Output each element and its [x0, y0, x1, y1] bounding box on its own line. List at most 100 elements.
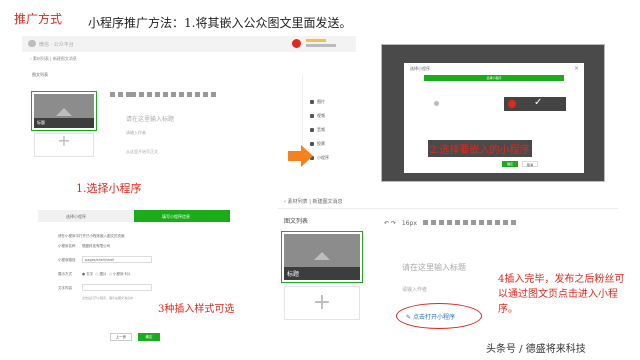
account-name: [306, 44, 336, 47]
wechat-logo-icon: [28, 40, 36, 47]
arrow-right-icon: [288, 145, 313, 167]
account-badges: [306, 39, 326, 42]
final-back-icon[interactable]: ‹: [284, 199, 286, 205]
label-name: 小程序名称: [58, 244, 76, 248]
dialog-close-icon[interactable]: ×: [574, 65, 579, 72]
user-icon: [434, 101, 439, 106]
link-icon: ✎: [406, 314, 413, 321]
font-size-icon[interactable]: [126, 92, 136, 97]
align-left-icon[interactable]: [171, 92, 176, 97]
final-link-icon[interactable]: [510, 220, 516, 225]
final-bold-icon[interactable]: [422, 220, 428, 225]
dialog-tab[interactable]: 选择小程序: [424, 75, 564, 81]
final-underline-icon[interactable]: [438, 220, 444, 225]
annotation-step3: 3种插入样式可选: [158, 304, 235, 315]
watermark: 头条号 / 德盛将来科技: [486, 344, 586, 355]
final-breadcrumb: ‹ 素材列表 | 新建图文消息: [284, 199, 343, 205]
sidebar-item-video[interactable]: 视频: [310, 110, 350, 122]
value-name: 德盛科技有限公司: [82, 244, 110, 248]
section-title: 推广方式: [14, 12, 63, 26]
add-article-icon[interactable]: +: [54, 133, 74, 149]
final-add-icon[interactable]: +: [308, 292, 336, 314]
italic-icon[interactable]: [147, 92, 152, 97]
underline-icon[interactable]: [155, 92, 160, 97]
finish-button[interactable]: 确定: [138, 333, 160, 341]
check-icon: ✓: [534, 97, 543, 108]
final-cover-thumbnail[interactable]: 标题: [281, 231, 363, 283]
video-icon: [310, 114, 314, 118]
list-header: 图文列表: [32, 72, 48, 77]
miniprogram-option[interactable]: ✓: [504, 97, 566, 111]
miniprogram-link-text[interactable]: ✎ 点击打开小程序: [406, 312, 455, 321]
footer-note: 点击后打开小程序，展示在图文消息中: [82, 296, 134, 300]
avatar[interactable]: [292, 39, 301, 48]
image-placeholder-icon: [56, 107, 72, 116]
bold-icon[interactable]: [139, 92, 144, 97]
indent-icon[interactable]: [203, 92, 208, 97]
final-title-input[interactable]: 请在这里输入标题: [402, 262, 466, 273]
author-input[interactable]: 请输入作者: [126, 130, 146, 136]
sidebar-item-image[interactable]: 图片: [310, 96, 350, 108]
cancel-button[interactable]: 取消: [522, 161, 538, 167]
editor-toolbar: [110, 82, 300, 97]
final-italic-icon[interactable]: [430, 220, 436, 225]
path-input[interactable]: pages/shell/shell: [82, 256, 152, 263]
sidebar-item-vote[interactable]: 投票: [310, 138, 350, 150]
breadcrumb-home[interactable]: 素材列表: [33, 56, 49, 61]
form-hint: 请在小程序中打开已小程序嵌入图文的页面: [58, 234, 125, 238]
color-icon[interactable]: [163, 92, 168, 97]
final-undo-icon[interactable]: ↶: [384, 220, 389, 227]
step2-label: 填写小程序信息: [162, 214, 190, 219]
sidebar-item-audio[interactable]: 音频: [310, 124, 350, 136]
text-input[interactable]: [82, 284, 152, 291]
back-icon[interactable]: ‹: [30, 56, 32, 61]
page-title: 小程序推广方法：1.将其嵌入公众图文里面发送。: [88, 16, 352, 30]
align-center-icon[interactable]: [179, 92, 184, 97]
final-indent-icon[interactable]: [494, 220, 500, 225]
final-cover-label: 标题: [284, 267, 360, 280]
final-breadcrumb-current: 新建图文消息: [312, 199, 343, 205]
final-breadcrumb-home[interactable]: 素材列表: [288, 199, 308, 205]
final-align-right-icon[interactable]: [470, 220, 476, 225]
breadcrumb: ‹ 素材列表 | 新建图文消息: [30, 56, 77, 61]
radio-card[interactable]: ○ 小程序卡片: [109, 272, 131, 276]
final-author-input[interactable]: 请输入作者: [402, 286, 427, 293]
annotation-step4: 4插入完毕，发布之后粉丝可以通过图文页点击进入小程序。: [498, 274, 625, 315]
confirm-button[interactable]: 确定: [502, 161, 518, 167]
settings-window: 选择小程序 填写小程序信息 请在小程序中打开已小程序嵌入图文的页面 小程序名称 …: [38, 206, 236, 346]
final-align-center-icon[interactable]: [462, 220, 468, 225]
link-icon[interactable]: [211, 92, 216, 97]
radio-text[interactable]: ● 文字: [82, 272, 93, 276]
step-bar: 选择小程序 填写小程序信息: [38, 210, 230, 222]
app-name: 微信 · 公众平台: [39, 42, 74, 48]
cover-label: 标题: [34, 118, 94, 128]
final-image-placeholder-icon: [314, 252, 330, 261]
align-right-icon[interactable]: [187, 92, 192, 97]
final-editor-window: ‹ 素材列表 | 新建图文消息 图文列表 标题 + ↶ ↷ 16px 请在这里输…: [278, 190, 626, 352]
audio-icon: [310, 128, 314, 132]
final-color-icon[interactable]: [446, 220, 452, 225]
top-bar: 微信 · 公众平台: [22, 36, 356, 52]
final-align-left-icon[interactable]: [454, 220, 460, 225]
final-list-icon[interactable]: [486, 220, 492, 225]
sidebar-item-miniprogram[interactable]: 小程序: [310, 152, 350, 164]
final-outdent-icon[interactable]: [502, 220, 508, 225]
undo-icon[interactable]: [110, 92, 115, 97]
list-icon[interactable]: [195, 92, 200, 97]
cover-thumbnail[interactable]: 标题: [31, 91, 97, 131]
radio-group: ● 文字 ○ 图片 ○ 小程序卡片: [82, 272, 130, 277]
final-fontsize-select[interactable]: 16px: [402, 220, 417, 227]
redo-icon[interactable]: [118, 92, 123, 97]
annotation-step2: 2.选择要嵌入的小程序: [428, 140, 532, 157]
final-justify-icon[interactable]: [478, 220, 484, 225]
dialog-window: 选择小程序 × 选择小程序 ✓ 确定 取消: [381, 44, 605, 182]
title-input[interactable]: 请在这里输入标题: [126, 114, 174, 123]
label-text: 文字内容: [58, 286, 72, 290]
step1-label: 选择小程序: [66, 214, 86, 219]
radio-image[interactable]: ○ 图片: [95, 272, 106, 276]
miniprogram-logo-icon: [508, 100, 516, 108]
body-input[interactable]: 从这里开始写正文: [126, 149, 158, 155]
label-path: 小程序路径: [58, 258, 76, 262]
final-redo-icon[interactable]: ↷: [391, 220, 396, 227]
prev-button[interactable]: 上一步: [110, 333, 132, 341]
